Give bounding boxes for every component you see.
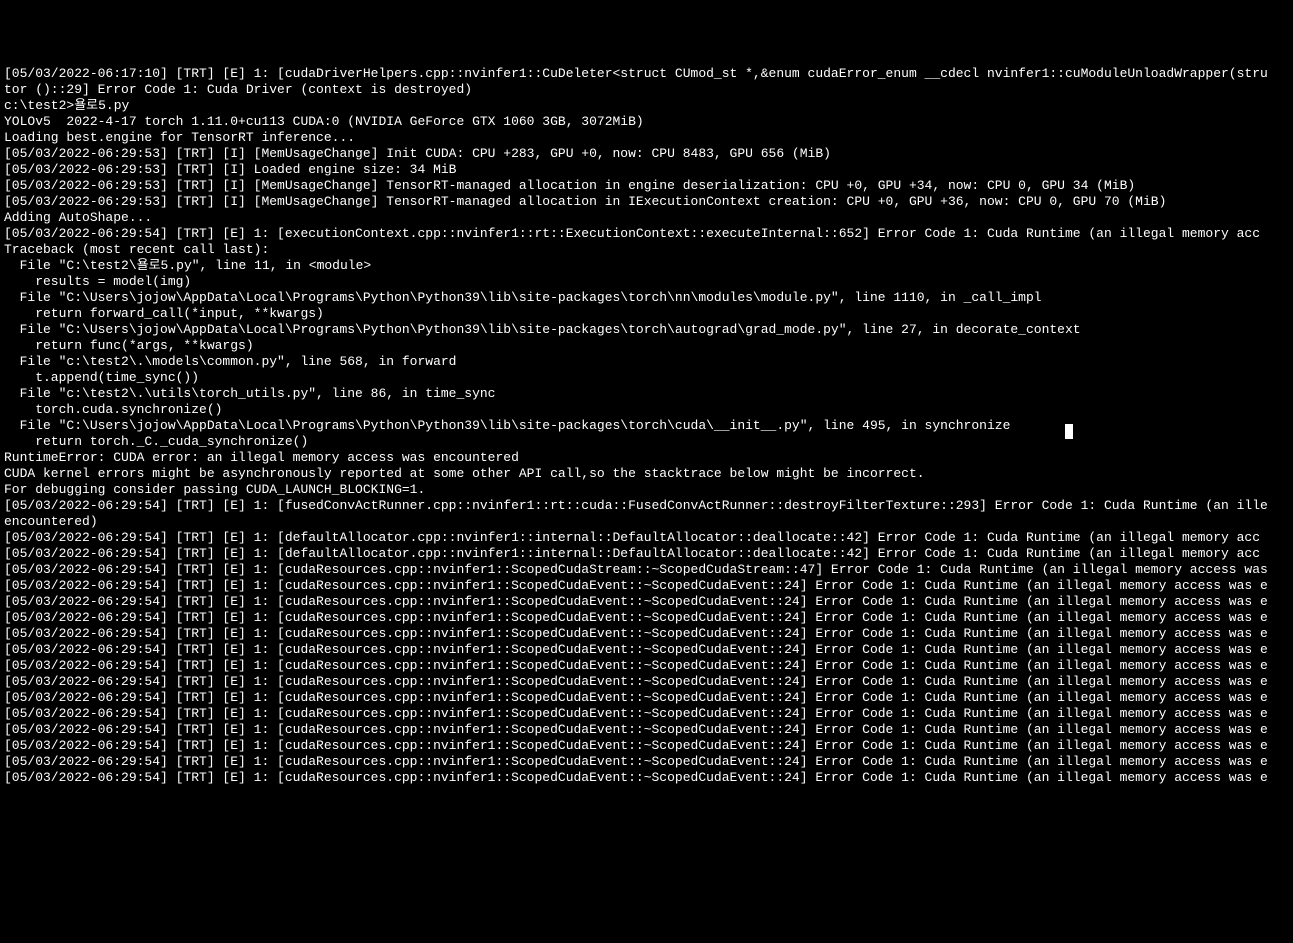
terminal-line: [05/03/2022-06:17:10] [TRT] [E] 1: [cuda… bbox=[4, 66, 1289, 82]
terminal-line: CUDA kernel errors might be asynchronous… bbox=[4, 466, 1289, 482]
terminal-line: [05/03/2022-06:29:54] [TRT] [E] 1: [cuda… bbox=[4, 658, 1289, 674]
terminal-line: [05/03/2022-06:29:54] [TRT] [E] 1: [defa… bbox=[4, 530, 1289, 546]
terminal-line: [05/03/2022-06:29:53] [TRT] [I] [MemUsag… bbox=[4, 194, 1289, 210]
terminal-line: [05/03/2022-06:29:54] [TRT] [E] 1: [cuda… bbox=[4, 594, 1289, 610]
terminal-line: For debugging consider passing CUDA_LAUN… bbox=[4, 482, 1289, 498]
terminal-output[interactable]: [05/03/2022-06:17:10] [TRT] [E] 1: [cuda… bbox=[4, 66, 1289, 847]
terminal-line: [05/03/2022-06:29:54] [TRT] [E] 1: [exec… bbox=[4, 226, 1289, 242]
terminal-line: File "C:\Users\jojow\AppData\Local\Progr… bbox=[4, 290, 1289, 306]
terminal-line: [05/03/2022-06:29:54] [TRT] [E] 1: [cuda… bbox=[4, 674, 1289, 690]
terminal-line: File "c:\test2\.\utils\torch_utils.py", … bbox=[4, 386, 1289, 402]
terminal-line: YOLOv5 2022-4-17 torch 1.11.0+cu113 CUDA… bbox=[4, 114, 1289, 130]
terminal-line: File "C:\Users\jojow\AppData\Local\Progr… bbox=[4, 418, 1289, 434]
terminal-line: c:\test2>욜로5.py bbox=[4, 98, 1289, 114]
terminal-line: [05/03/2022-06:29:53] [TRT] [I] [MemUsag… bbox=[4, 146, 1289, 162]
terminal-line: File "C:\Users\jojow\AppData\Local\Progr… bbox=[4, 322, 1289, 338]
terminal-line: return func(*args, **kwargs) bbox=[4, 338, 1289, 354]
terminal-line: return forward_call(*input, **kwargs) bbox=[4, 306, 1289, 322]
terminal-line: File "c:\test2\.\models\common.py", line… bbox=[4, 354, 1289, 370]
terminal-line: t.append(time_sync()) bbox=[4, 370, 1289, 386]
terminal-line: Loading best.engine for TensorRT inferen… bbox=[4, 130, 1289, 146]
terminal-line: [05/03/2022-06:29:54] [TRT] [E] 1: [cuda… bbox=[4, 722, 1289, 738]
terminal-line: encountered) bbox=[4, 514, 1289, 530]
terminal-line: [05/03/2022-06:29:54] [TRT] [E] 1: [cuda… bbox=[4, 642, 1289, 658]
terminal-line: [05/03/2022-06:29:54] [TRT] [E] 1: [fuse… bbox=[4, 498, 1289, 514]
terminal-line: [05/03/2022-06:29:54] [TRT] [E] 1: [defa… bbox=[4, 546, 1289, 562]
terminal-line: return torch._C._cuda_synchronize() bbox=[4, 434, 1289, 450]
terminal-line: [05/03/2022-06:29:54] [TRT] [E] 1: [cuda… bbox=[4, 578, 1289, 594]
terminal-line: tor ()::29] Error Code 1: Cuda Driver (c… bbox=[4, 82, 1289, 98]
text-cursor bbox=[1065, 424, 1073, 439]
terminal-line: [05/03/2022-06:29:54] [TRT] [E] 1: [cuda… bbox=[4, 770, 1289, 786]
terminal-line: results = model(img) bbox=[4, 274, 1289, 290]
terminal-line: File "C:\test2\욜로5.py", line 11, in <mod… bbox=[4, 258, 1289, 274]
terminal-line: [05/03/2022-06:29:54] [TRT] [E] 1: [cuda… bbox=[4, 610, 1289, 626]
terminal-line: [05/03/2022-06:29:53] [TRT] [I] [MemUsag… bbox=[4, 178, 1289, 194]
terminal-line: [05/03/2022-06:29:54] [TRT] [E] 1: [cuda… bbox=[4, 706, 1289, 722]
terminal-line: [05/03/2022-06:29:54] [TRT] [E] 1: [cuda… bbox=[4, 754, 1289, 770]
terminal-line: Adding AutoShape... bbox=[4, 210, 1289, 226]
terminal-line: torch.cuda.synchronize() bbox=[4, 402, 1289, 418]
terminal-line: Traceback (most recent call last): bbox=[4, 242, 1289, 258]
terminal-line: [05/03/2022-06:29:54] [TRT] [E] 1: [cuda… bbox=[4, 562, 1289, 578]
terminal-line: [05/03/2022-06:29:54] [TRT] [E] 1: [cuda… bbox=[4, 738, 1289, 754]
terminal-line: RuntimeError: CUDA error: an illegal mem… bbox=[4, 450, 1289, 466]
terminal-line: [05/03/2022-06:29:54] [TRT] [E] 1: [cuda… bbox=[4, 690, 1289, 706]
terminal-line: [05/03/2022-06:29:53] [TRT] [I] Loaded e… bbox=[4, 162, 1289, 178]
terminal-line: [05/03/2022-06:29:54] [TRT] [E] 1: [cuda… bbox=[4, 626, 1289, 642]
